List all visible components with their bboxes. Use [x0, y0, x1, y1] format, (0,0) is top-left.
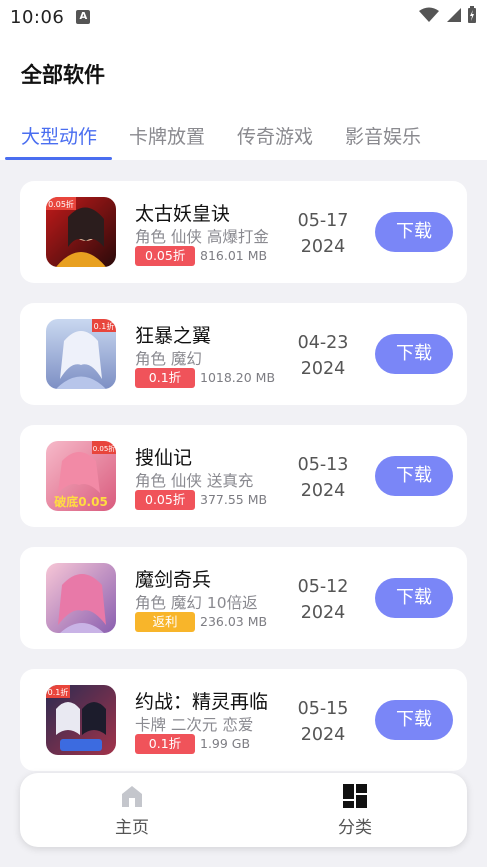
thumb-overlay: 0.05折: [48, 199, 74, 209]
download-button[interactable]: 下载: [375, 456, 453, 496]
battery-icon: [468, 6, 476, 23]
discount-badge: 0.05折: [135, 246, 196, 266]
date-month-day: 05-17: [297, 211, 349, 231]
tab-media[interactable]: 影音娱乐: [345, 122, 421, 160]
app-name: 太古妖皇诀: [135, 203, 231, 225]
thumb-overlay: 0.1折: [94, 321, 115, 331]
discount-badge: 0.1折: [135, 368, 195, 388]
release-date: 05-13 2024: [288, 452, 358, 504]
file-size: 816.01 MB: [200, 248, 268, 263]
header: 全部软件 大型动作 卡牌放置 传奇游戏 影音娱乐: [0, 34, 487, 160]
status-icons: [419, 6, 477, 24]
signal-icon: [447, 8, 461, 22]
thumb-caption: 破底0.05: [54, 494, 108, 509]
discount-badge: 0.05折: [135, 490, 196, 510]
app-icon: 0.05折: [46, 197, 116, 267]
list-item[interactable]: 魔剑奇兵 角色 魔幻 10倍返 返利 236.03 MB 05-12 2024 …: [20, 547, 467, 649]
app-icon: 0.1折: [46, 685, 116, 755]
date-month-day: 04-23: [297, 333, 349, 353]
download-button[interactable]: 下载: [375, 334, 453, 374]
tab-bar: 大型动作 卡牌放置 传奇游戏 影音娱乐: [0, 122, 487, 160]
page-title: 全部软件: [21, 63, 105, 87]
list-item[interactable]: 0.05折 破底0.05 搜仙记 角色 仙侠 送真充 0.05折 377.55 …: [20, 425, 467, 527]
date-year: 2024: [300, 237, 346, 257]
date-year: 2024: [300, 481, 346, 501]
app-tags: 角色 魔幻: [135, 350, 202, 368]
date-month-day: 05-12: [297, 577, 349, 597]
release-date: 05-17 2024: [288, 208, 358, 260]
download-button[interactable]: 下载: [375, 578, 453, 618]
tab-legend[interactable]: 传奇游戏: [237, 122, 313, 160]
download-button[interactable]: 下载: [375, 700, 453, 740]
app-tags: 角色 魔幻 10倍返: [135, 594, 258, 612]
app-icon: 0.1折: [46, 319, 116, 389]
list-item[interactable]: 0.1折 约战：精灵再临 卡牌 二次元 恋爱 0.1折 1.99 GB 05-1…: [20, 669, 467, 771]
download-button[interactable]: 下载: [375, 212, 453, 252]
status-time: 10:06: [10, 6, 65, 28]
nav-category-label: 分类: [338, 818, 372, 838]
release-date: 05-12 2024: [288, 574, 358, 626]
date-month-day: 05-15: [297, 699, 349, 719]
thumb-overlay: 0.05折: [93, 444, 116, 453]
date-year: 2024: [300, 725, 346, 745]
app-tags: 卡牌 二次元 恋爱: [135, 716, 254, 734]
app-name: 约战：精灵再临: [135, 691, 269, 713]
file-size: 1.99 GB: [200, 736, 251, 751]
nav-home-label: 主页: [115, 818, 149, 838]
tab-cards[interactable]: 卡牌放置: [129, 122, 205, 160]
bottom-nav: 主页 分类: [20, 773, 467, 847]
wifi-icon: [419, 7, 439, 22]
tab-underline: [5, 157, 112, 160]
app-tags: 角色 仙侠 送真充: [135, 472, 254, 490]
app-icon: 0.05折 破底0.05: [46, 441, 116, 511]
tab-action[interactable]: 大型动作: [21, 122, 97, 160]
status-bar: 10:06 A: [0, 0, 487, 34]
a-icon: A: [76, 10, 91, 24]
app-tags: 角色 仙侠 高爆打金: [135, 228, 269, 246]
file-size: 236.03 MB: [200, 614, 268, 629]
rebate-badge: 返利: [135, 612, 195, 632]
date-year: 2024: [300, 603, 346, 623]
app-name: 狂暴之翼: [135, 325, 212, 347]
date-month-day: 05-13: [297, 455, 349, 475]
list-item[interactable]: 0.1折 狂暴之翼 角色 魔幻 0.1折 1018.20 MB 04-23 20…: [20, 303, 467, 405]
thumb-overlay: 0.1折: [48, 687, 69, 697]
date-year: 2024: [300, 359, 346, 379]
discount-badge: 0.1折: [135, 734, 195, 754]
app-name: 魔剑奇兵: [135, 569, 212, 591]
category-icon: [343, 784, 367, 808]
app-name: 搜仙记: [135, 447, 193, 469]
file-size: 377.55 MB: [200, 492, 268, 507]
release-date: 05-15 2024: [288, 696, 358, 748]
nav-home[interactable]: 主页: [82, 783, 182, 838]
nav-category[interactable]: 分类: [305, 783, 405, 838]
release-date: 04-23 2024: [288, 330, 358, 382]
home-icon: [122, 786, 142, 807]
app-icon: [46, 563, 116, 633]
file-size: 1018.20 MB: [200, 370, 276, 385]
list-item[interactable]: 0.05折 太古妖皇诀 角色 仙侠 高爆打金 0.05折 816.01 MB 0…: [20, 181, 467, 283]
